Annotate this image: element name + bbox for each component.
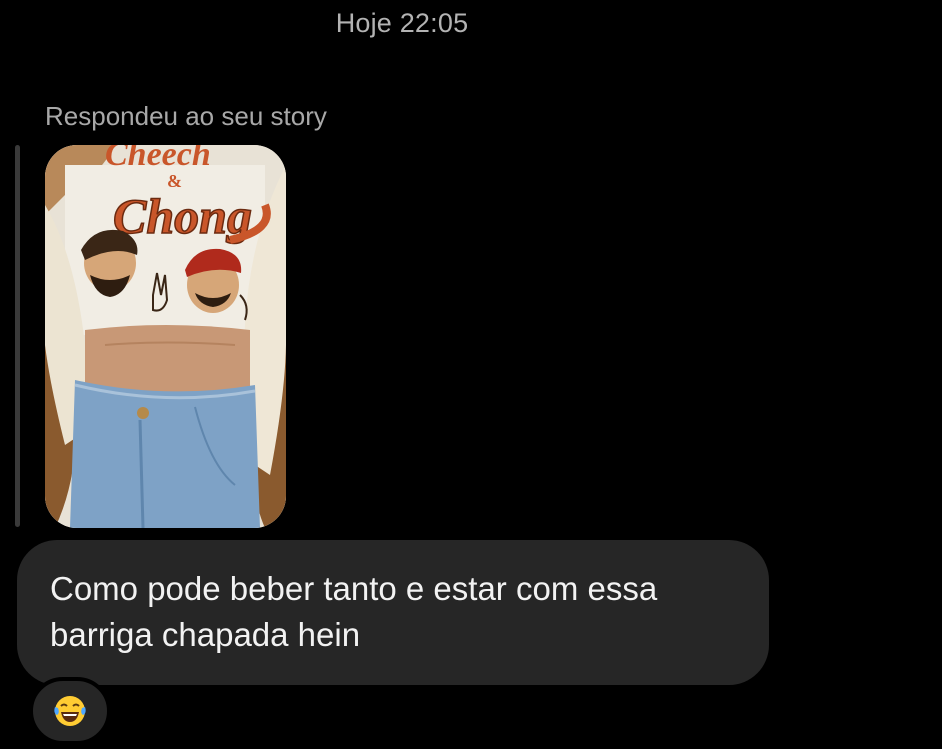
shirt-text-top: Cheech bbox=[105, 145, 211, 173]
message-timestamp: Hoje 22:05 bbox=[335, 8, 469, 38]
story-reply-label: Respondeu ao seu story bbox=[45, 101, 327, 131]
message-text: Como pode beber tanto e estar com essa b… bbox=[50, 570, 658, 653]
reaction-badge[interactable] bbox=[29, 677, 111, 745]
reply-indicator-bar bbox=[15, 145, 20, 527]
laughing-tears-emoji-icon bbox=[54, 696, 86, 726]
story-image: Cheech & Chong bbox=[45, 145, 286, 528]
message-bubble[interactable]: Como pode beber tanto e estar com essa b… bbox=[17, 540, 769, 685]
story-thumbnail[interactable]: Cheech & Chong bbox=[45, 145, 286, 528]
shirt-text-bottom: Chong bbox=[113, 188, 252, 244]
